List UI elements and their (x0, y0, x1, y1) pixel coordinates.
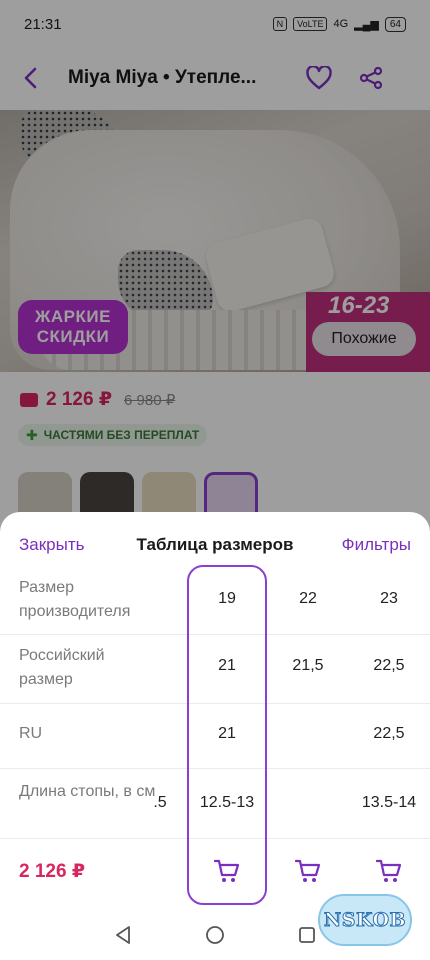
row-label: Российский размер (19, 647, 105, 688)
add-to-cart-icon[interactable] (293, 856, 323, 886)
row-label: RU (19, 725, 43, 742)
selected-size-column (187, 565, 267, 905)
size-cell[interactable]: 13.5-14 (349, 794, 429, 812)
watermark-logo: NSKOB (318, 894, 412, 946)
size-cell[interactable]: 22,5 (349, 725, 429, 743)
filters-button[interactable]: Фильтры (342, 535, 411, 555)
size-cell[interactable]: 23 (349, 590, 429, 608)
size-cell[interactable]: 22 (268, 590, 348, 608)
sheet-price: 2 126 ₽ (19, 861, 86, 882)
row-label: Длина стопы, в см (19, 783, 156, 800)
nav-back-icon[interactable] (112, 924, 134, 946)
nav-home-icon[interactable] (204, 924, 226, 946)
nav-recents-icon[interactable] (296, 924, 318, 946)
add-to-cart-icon[interactable] (374, 856, 404, 886)
size-cell[interactable]: 21,5 (268, 657, 348, 675)
close-button[interactable]: Закрыть (19, 535, 84, 555)
watermark-text: NSKOB (323, 909, 407, 932)
row-label: Размер производителя (19, 579, 131, 620)
size-cell[interactable]: 22,5 (349, 657, 429, 675)
size-cell-partial: .5 (153, 794, 167, 811)
